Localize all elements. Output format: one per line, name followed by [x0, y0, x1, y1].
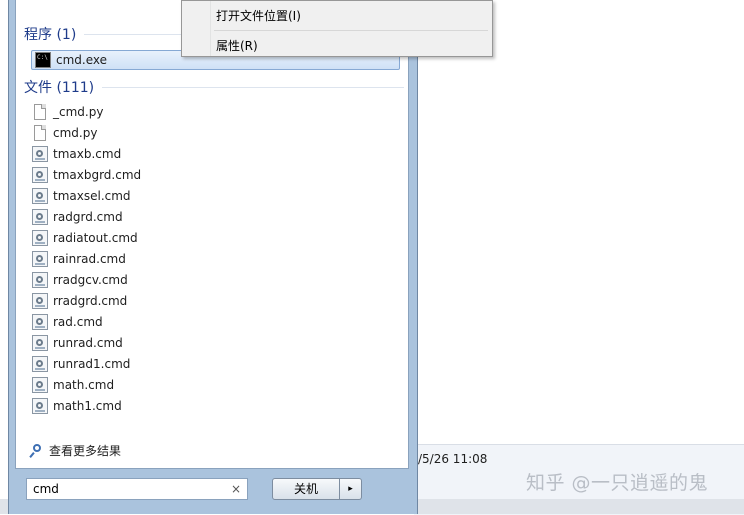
file-item[interactable]: runrad.cmd	[32, 333, 123, 353]
search-results-pane: 程序 (1) cmd.exe 文件 (111) _cmd.py cmd.py t…	[15, 0, 409, 469]
batch-file-icon	[32, 293, 48, 309]
menu-item-properties[interactable]: 属性(R)	[216, 37, 258, 54]
file-item[interactable]: cmd.py	[32, 123, 97, 143]
start-search-box[interactable]: ×	[26, 478, 248, 500]
file-item[interactable]: tmaxsel.cmd	[32, 186, 131, 206]
document-icon	[34, 125, 46, 141]
batch-file-icon	[32, 251, 48, 267]
batch-file-icon	[32, 314, 48, 330]
batch-file-icon	[32, 335, 48, 351]
batch-file-icon	[32, 167, 48, 183]
file-item-label: rad.cmd	[53, 315, 103, 329]
file-item-label: radiatout.cmd	[53, 231, 138, 245]
file-item[interactable]: radgrd.cmd	[32, 207, 123, 227]
file-item[interactable]: _cmd.py	[32, 102, 103, 122]
file-item-label: rainrad.cmd	[53, 252, 126, 266]
date-modified: /5/26 11:08	[418, 452, 488, 466]
file-item-label: tmaxsel.cmd	[53, 189, 131, 203]
file-item-label: radgrd.cmd	[53, 210, 123, 224]
cmd-console-icon	[35, 52, 51, 68]
file-item[interactable]: rainrad.cmd	[32, 249, 126, 269]
batch-file-icon	[32, 188, 48, 204]
file-item[interactable]: math1.cmd	[32, 396, 122, 416]
shutdown-button[interactable]: 关机	[272, 478, 340, 500]
file-item-label: rradgcv.cmd	[53, 273, 128, 287]
batch-file-icon	[32, 209, 48, 225]
batch-file-icon	[32, 272, 48, 288]
search-input[interactable]	[33, 482, 213, 496]
file-item[interactable]: tmaxb.cmd	[32, 144, 121, 164]
file-item[interactable]: rad.cmd	[32, 312, 103, 332]
file-item-label: tmaxb.cmd	[53, 147, 122, 161]
file-item-label: math.cmd	[53, 378, 115, 392]
batch-file-icon	[32, 230, 48, 246]
file-item[interactable]: rradgrd.cmd	[32, 291, 127, 311]
see-more-results-label: 查看更多结果	[49, 444, 122, 458]
file-item-label: tmaxbgrd.cmd	[53, 168, 142, 182]
file-item[interactable]: runrad1.cmd	[32, 354, 130, 374]
document-icon	[34, 104, 46, 120]
file-item[interactable]: math.cmd	[32, 375, 114, 395]
file-item-label: _cmd.py	[53, 105, 104, 119]
shutdown-options-arrow-icon[interactable]: ▸	[340, 478, 362, 500]
programs-header-label: 程序 (1)	[24, 27, 77, 43]
file-item-label: cmd.py	[53, 126, 98, 140]
file-item-label: runrad1.cmd	[53, 357, 131, 371]
batch-file-icon	[32, 377, 48, 393]
batch-file-icon	[32, 356, 48, 372]
file-item[interactable]: radiatout.cmd	[32, 228, 138, 248]
file-item[interactable]: rradgcv.cmd	[32, 270, 128, 290]
program-item-label: cmd.exe	[56, 53, 108, 67]
file-item-label: rradgrd.cmd	[53, 294, 128, 308]
files-header-label: 文件 (111)	[24, 80, 95, 96]
menu-icon-gutter	[210, 1, 211, 56]
batch-file-icon	[32, 398, 48, 414]
file-item[interactable]: tmaxbgrd.cmd	[32, 165, 141, 185]
context-menu: 打开文件位置(I) 属性(R)	[181, 0, 493, 57]
see-more-results-link[interactable]: 查看更多结果	[30, 442, 121, 459]
file-item-label: runrad.cmd	[53, 336, 123, 350]
watermark: 知乎 @一只逍遥的鬼	[526, 472, 709, 494]
menu-item-open-file-location[interactable]: 打开文件位置(I)	[216, 7, 301, 24]
header-divider	[102, 86, 404, 88]
start-menu: 程序 (1) cmd.exe 文件 (111) _cmd.py cmd.py t…	[8, 0, 418, 514]
search-magnifier-icon	[30, 443, 44, 458]
file-item-label: math1.cmd	[53, 399, 122, 413]
batch-file-icon	[32, 146, 48, 162]
menu-separator	[214, 30, 488, 31]
clear-search-icon[interactable]: ×	[231, 482, 241, 496]
files-group-header[interactable]: 文件 (111)	[24, 77, 404, 97]
